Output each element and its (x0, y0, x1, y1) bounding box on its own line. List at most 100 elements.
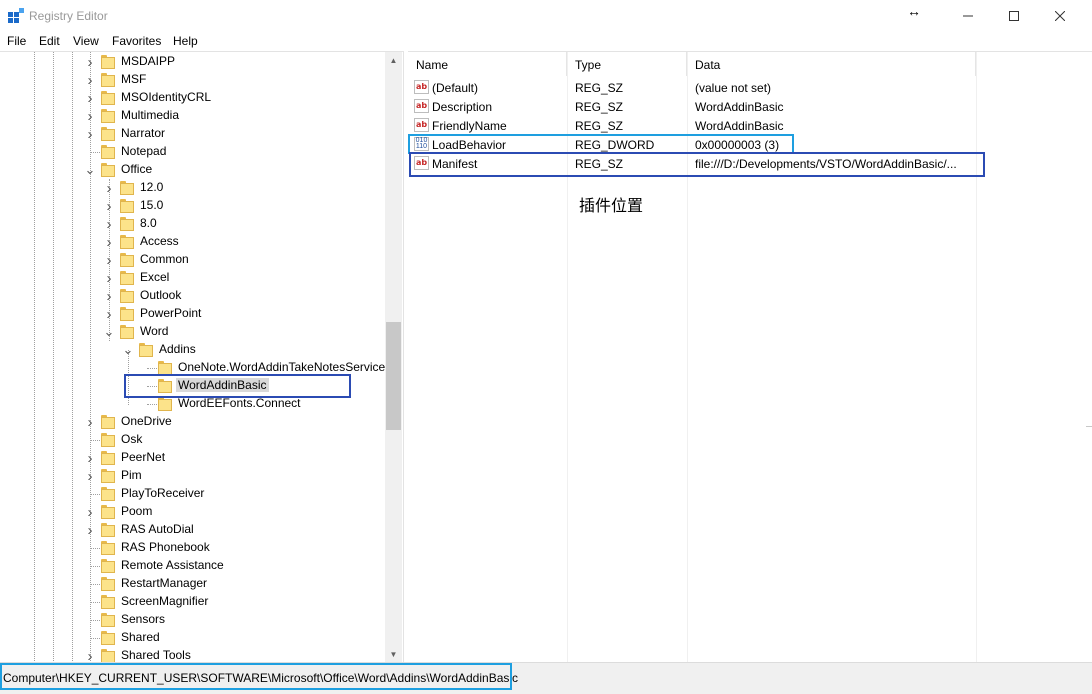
tree-item-label: Notepad (121, 144, 167, 158)
tree-item-label: MSOIdentityCRL (121, 90, 212, 104)
scroll-up-arrow-icon[interactable]: ▲ (385, 52, 402, 69)
tree-item[interactable]: Sensors (0, 611, 385, 629)
tree-item[interactable]: › Outlook (0, 287, 385, 305)
tree-item[interactable]: › PowerPoint (0, 305, 385, 323)
column-divider (976, 52, 977, 662)
value-data: WordAddinBasic (695, 100, 784, 114)
tree-item[interactable]: › RAS AutoDial (0, 521, 385, 539)
menu-help[interactable]: Help (173, 34, 198, 48)
tree-item[interactable]: › 15.0 (0, 197, 385, 215)
menu-edit[interactable]: Edit (39, 34, 60, 48)
tree-item[interactable]: Osk (0, 431, 385, 449)
chevron-down-icon[interactable]: ⌄ (122, 342, 134, 357)
chevron-right-icon[interactable]: › (103, 198, 115, 215)
value-name: FriendlyName (432, 119, 507, 133)
column-header-data[interactable]: Data (687, 52, 976, 76)
chevron-right-icon[interactable]: › (84, 450, 96, 467)
chevron-right-icon[interactable]: › (84, 414, 96, 431)
tree-item[interactable]: › MSOIdentityCRL (0, 89, 385, 107)
value-row[interactable]: ab (Default) REG_SZ (value not set) (408, 78, 976, 97)
tree-item[interactable]: › Access (0, 233, 385, 251)
scroll-down-arrow-icon[interactable]: ▼ (385, 646, 402, 662)
value-row[interactable]: ab Manifest REG_SZ file:///D:/Developments/… (408, 154, 976, 173)
tree-item[interactable]: WordEEFonts.Connect (0, 395, 385, 413)
tree-item[interactable]: ScreenMagnifier (0, 593, 385, 611)
tree-connector (147, 404, 157, 405)
menu-file[interactable]: File (7, 34, 26, 48)
value-row[interactable]: 010 110 LoadBehavior REG_DWORD 0x00000003 (3… (408, 135, 976, 154)
chevron-right-icon[interactable]: › (84, 468, 96, 485)
tree-item[interactable]: Shared (0, 629, 385, 647)
tree-item[interactable]: › Shared Tools (0, 647, 385, 662)
tree-item[interactable]: › PeerNet (0, 449, 385, 467)
chevron-right-icon[interactable]: › (84, 522, 96, 539)
folder-icon (120, 235, 134, 249)
value-list[interactable]: Name Type Data ab (Default) REG_SZ (value n… (408, 51, 1092, 662)
chevron-right-icon[interactable]: › (103, 180, 115, 197)
value-row[interactable]: ab Description REG_SZ WordAddinBasic (408, 97, 976, 116)
tree-item[interactable]: ⌄ Office (0, 161, 385, 179)
tree-item[interactable]: OneNote.WordAddinTakeNotesService (0, 359, 385, 377)
folder-icon (101, 577, 115, 591)
folder-icon (120, 181, 134, 195)
tree-item-label: Outlook (140, 288, 182, 302)
folder-icon (120, 217, 134, 231)
tree-item[interactable]: › Excel (0, 269, 385, 287)
close-button[interactable] (1037, 0, 1083, 32)
tree-item[interactable]: PlayToReceiver (0, 485, 385, 503)
chevron-right-icon[interactable]: › (103, 234, 115, 251)
column-header-name[interactable]: Name (408, 52, 567, 76)
tree-item-label: Shared Tools (121, 648, 191, 662)
tree-item[interactable]: › 8.0 (0, 215, 385, 233)
tree-scrollbar[interactable]: ▲ ▼ (385, 52, 402, 662)
tree-item[interactable]: ⌄ Addins (0, 341, 385, 359)
tree-item[interactable]: RestartManager (0, 575, 385, 593)
list-edge-marker (1086, 426, 1092, 427)
tree-item[interactable]: › Pim (0, 467, 385, 485)
chevron-right-icon[interactable]: › (103, 288, 115, 305)
tree-connector (147, 368, 157, 369)
tree-item[interactable]: › MSF (0, 71, 385, 89)
chevron-right-icon[interactable]: › (84, 54, 96, 71)
chevron-down-icon[interactable]: ⌄ (103, 324, 115, 339)
chevron-right-icon[interactable]: › (84, 72, 96, 89)
tree-item-label: RAS AutoDial (121, 522, 194, 536)
tree-connector (90, 584, 100, 585)
maximize-button[interactable] (991, 0, 1037, 32)
menu-favorites[interactable]: Favorites (112, 34, 161, 48)
tree-item[interactable]: WordAddinBasic (0, 377, 385, 395)
tree-item-label: 12.0 (140, 180, 164, 194)
chevron-right-icon[interactable]: › (84, 108, 96, 125)
registry-tree[interactable]: › MSDAIPP › MSF › MSOIdentityCRL › Multimedia › N… (0, 51, 403, 662)
chevron-right-icon[interactable]: › (84, 504, 96, 521)
tree-item[interactable]: Remote Assistance (0, 557, 385, 575)
chevron-right-icon[interactable]: › (103, 270, 115, 287)
tree-item[interactable]: › Multimedia (0, 107, 385, 125)
chevron-right-icon[interactable]: › (103, 306, 115, 323)
minimize-button[interactable] (945, 0, 991, 32)
chevron-right-icon[interactable]: › (84, 648, 96, 663)
chevron-right-icon[interactable]: › (84, 126, 96, 143)
menu-view[interactable]: View (73, 34, 99, 48)
tree-item[interactable]: › Common (0, 251, 385, 269)
chevron-right-icon[interactable]: › (103, 252, 115, 269)
status-bar: Computer\HKEY_CURRENT_USER\SOFTWARE\Micr… (0, 662, 1092, 694)
tree-item[interactable]: › OneDrive (0, 413, 385, 431)
tree-item[interactable]: › Narrator (0, 125, 385, 143)
chevron-right-icon[interactable]: › (103, 216, 115, 233)
tree-item[interactable]: ⌄ Word (0, 323, 385, 341)
value-data: 0x00000003 (3) (695, 138, 780, 152)
column-header-type[interactable]: Type (567, 52, 687, 76)
tree-item[interactable]: Notepad (0, 143, 385, 161)
folder-icon (120, 271, 134, 285)
tree-item[interactable]: › MSDAIPP (0, 53, 385, 71)
tree-item[interactable]: › Poom (0, 503, 385, 521)
scroll-thumb[interactable] (386, 322, 401, 430)
chevron-right-icon[interactable]: › (84, 90, 96, 107)
tree-item-label: 15.0 (140, 198, 164, 212)
folder-icon (158, 361, 172, 375)
tree-item[interactable]: RAS Phonebook (0, 539, 385, 557)
value-row[interactable]: ab FriendlyName REG_SZ WordAddinBasic (408, 116, 976, 135)
tree-item[interactable]: › 12.0 (0, 179, 385, 197)
chevron-down-icon[interactable]: ⌄ (84, 162, 96, 177)
